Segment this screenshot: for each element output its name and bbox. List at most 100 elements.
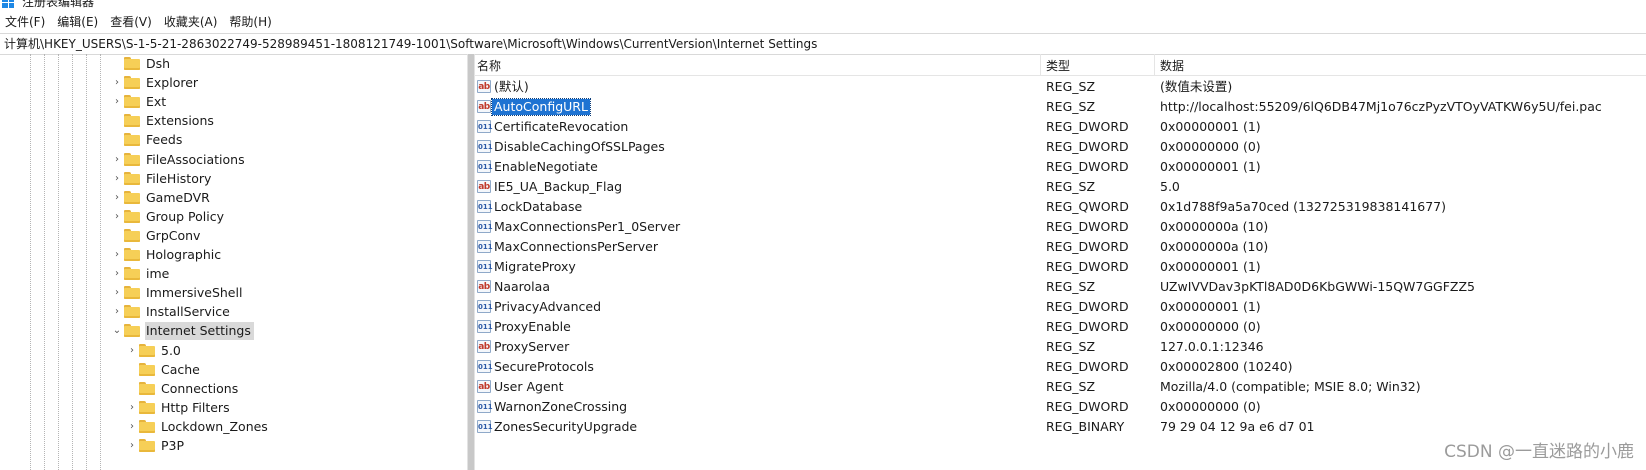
value-type: REG_DWORD xyxy=(1046,219,1129,234)
tree-node[interactable]: › Ext xyxy=(110,92,169,111)
menu-help[interactable]: 帮助(H) xyxy=(223,12,277,32)
value-name: CertificateRevocation xyxy=(494,119,629,134)
folder-icon xyxy=(124,153,140,166)
value-data: 0x1d788f9a5a70ced (132725319838141677) xyxy=(1160,199,1447,214)
tree-node[interactable]: GrpConv xyxy=(110,226,203,245)
column-data-header[interactable]: 数据 xyxy=(1160,57,1184,74)
expand-chevron-icon[interactable]: › xyxy=(110,150,124,169)
tree-node[interactable]: › Group Policy xyxy=(110,207,227,226)
value-name: WarnonZoneCrossing xyxy=(494,399,628,414)
tree-node[interactable]: Dsh xyxy=(110,54,173,73)
value-type: REG_SZ xyxy=(1046,339,1096,354)
tree-node-label: InstallService xyxy=(146,303,230,319)
tree-node[interactable]: › 5.0 xyxy=(125,341,184,360)
tree-node[interactable]: › Lockdown_Zones xyxy=(125,417,271,436)
expand-chevron-icon[interactable]: › xyxy=(110,207,124,226)
expand-chevron-icon[interactable]: › xyxy=(125,398,139,417)
values-list: 名称 类型 数据 ab (默认) REG_SZ (数值未设置) ab AutoConfig… xyxy=(474,54,1646,470)
value-row[interactable]: ab ProxyServer REG_SZ 127.0.0.1:12346 xyxy=(474,337,1646,357)
tree-node[interactable]: › ImmersiveShell xyxy=(110,283,245,302)
value-row[interactable]: ab IE5_UA_Backup_Flag REG_SZ 5.0 xyxy=(474,177,1646,197)
menu-edit[interactable]: 编辑(E) xyxy=(51,12,104,32)
tree-node-label: 5.0 xyxy=(161,342,181,358)
value-data: 0x0000000a (10) xyxy=(1160,239,1269,254)
tree-node[interactable]: › FileAssociations xyxy=(110,150,248,169)
tree-node-label: Holographic xyxy=(146,246,222,262)
tree-node[interactable]: › InstallService xyxy=(110,302,233,321)
value-row[interactable]: 011 SecureProtocols REG_DWORD 0x00002800 (1… xyxy=(474,357,1646,377)
value-row[interactable]: 011 DisableCachingOfSSLPages REG_DWORD 0x00… xyxy=(474,137,1646,157)
value-data: 0x00000001 (1) xyxy=(1160,119,1261,134)
address-input[interactable] xyxy=(0,34,1646,54)
value-row[interactable]: ab User Agent REG_SZ Mozilla/4.0 (compatibl… xyxy=(474,377,1646,397)
expand-chevron-icon[interactable]: › xyxy=(110,264,124,283)
value-row[interactable]: 011 WarnonZoneCrossing REG_DWORD 0x00000000… xyxy=(474,397,1646,417)
expand-chevron-icon[interactable]: › xyxy=(125,436,139,455)
expand-chevron-icon[interactable]: › xyxy=(125,417,139,436)
binary-value-icon: 011 xyxy=(477,200,493,213)
expand-chevron-icon[interactable]: › xyxy=(125,341,139,360)
tree-node-label: Group Policy xyxy=(146,208,224,224)
value-row[interactable]: 011 MaxConnectionsPerServer REG_DWORD 0x000… xyxy=(474,237,1646,257)
value-data: 0x00000000 (0) xyxy=(1160,399,1261,414)
column-type-header[interactable]: 类型 xyxy=(1046,57,1070,74)
tree-node[interactable]: Connections xyxy=(125,379,241,398)
column-divider[interactable] xyxy=(1154,54,1155,75)
value-data: 127.0.0.1:12346 xyxy=(1160,339,1264,354)
value-data: 0x00000000 (0) xyxy=(1160,139,1261,154)
collapse-chevron-icon[interactable]: ⌄ xyxy=(110,321,124,340)
menu-view[interactable]: 查看(V) xyxy=(104,12,158,32)
window-title: 注册表编辑器 xyxy=(22,0,95,9)
menu-favorites[interactable]: 收藏夹(A) xyxy=(158,12,224,32)
value-name: PrivacyAdvanced xyxy=(494,299,602,314)
value-row[interactable]: 011 ZonesSecurityUpgrade REG_BINARY 79 29 0… xyxy=(474,417,1646,437)
expand-chevron-icon[interactable]: › xyxy=(110,188,124,207)
tree-node[interactable]: › FileHistory xyxy=(110,169,214,188)
folder-icon xyxy=(139,401,155,414)
tree-node[interactable]: ⌄ Internet Settings xyxy=(110,321,254,340)
tree-node[interactable]: › Holographic xyxy=(110,245,224,264)
tree-node[interactable]: Cache xyxy=(125,360,203,379)
value-row[interactable]: 011 MigrateProxy REG_DWORD 0x00000001 (1) xyxy=(474,257,1646,277)
tree-node[interactable]: › GameDVR xyxy=(110,188,213,207)
value-row[interactable]: 011 EnableNegotiate REG_DWORD 0x00000001 (1… xyxy=(474,157,1646,177)
folder-icon xyxy=(139,382,155,395)
expand-chevron-icon[interactable]: › xyxy=(110,92,124,111)
tree-node-label: FileHistory xyxy=(146,170,212,186)
tree-node[interactable]: Extensions xyxy=(110,111,217,130)
value-name: AutoConfigURL xyxy=(491,98,591,116)
tree-node[interactable]: › Http Filters xyxy=(125,398,233,417)
expand-chevron-icon[interactable]: › xyxy=(110,169,124,188)
expand-chevron-icon[interactable]: › xyxy=(110,302,124,321)
value-row[interactable]: 011 LockDatabase REG_QWORD 0x1d788f9a5a70ce… xyxy=(474,197,1646,217)
tree-node[interactable]: › Explorer xyxy=(110,73,201,92)
string-value-icon: ab xyxy=(477,80,491,93)
value-row[interactable]: 011 PrivacyAdvanced REG_DWORD 0x00000001 (1… xyxy=(474,297,1646,317)
value-data: 0x00000000 (0) xyxy=(1160,319,1261,334)
value-type: REG_DWORD xyxy=(1046,159,1129,174)
expand-chevron-icon[interactable]: › xyxy=(110,283,124,302)
value-row[interactable]: 011 ProxyEnable REG_DWORD 0x00000000 (0) xyxy=(474,317,1646,337)
value-name: (默认) xyxy=(494,79,529,94)
value-type: REG_SZ xyxy=(1046,379,1096,394)
value-data: 0x00000001 (1) xyxy=(1160,159,1261,174)
value-row[interactable]: ab Naarolaa REG_SZ UZwIVVDav3pKTl8AD0D6KbGW… xyxy=(474,277,1646,297)
folder-icon xyxy=(124,248,140,261)
value-name: MaxConnectionsPer1_0Server xyxy=(494,219,681,234)
expand-chevron-icon[interactable]: › xyxy=(110,245,124,264)
column-divider[interactable] xyxy=(1040,54,1041,75)
column-name-header[interactable]: 名称 xyxy=(477,57,501,74)
expand-chevron-icon[interactable]: › xyxy=(110,73,124,92)
tree-node[interactable]: › P3P xyxy=(125,436,187,455)
binary-value-icon: 011 xyxy=(477,240,493,253)
tree-node[interactable]: › ime xyxy=(110,264,172,283)
value-row[interactable]: 011 MaxConnectionsPer1_0Server REG_DWORD 0x… xyxy=(474,217,1646,237)
value-row[interactable]: ab (默认) REG_SZ (数值未设置) xyxy=(474,77,1646,97)
tree-node[interactable]: Feeds xyxy=(110,130,185,149)
menu-file[interactable]: 文件(F) xyxy=(0,12,51,32)
tree-node-label: P3P xyxy=(161,437,185,453)
string-value-icon: ab xyxy=(477,340,491,353)
binary-value-icon: 011 xyxy=(477,120,493,133)
value-row[interactable]: 011 CertificateRevocation REG_DWORD 0x00000… xyxy=(474,117,1646,137)
value-row[interactable]: ab AutoConfigURL REG_SZ http://localhost:55… xyxy=(474,97,1646,117)
